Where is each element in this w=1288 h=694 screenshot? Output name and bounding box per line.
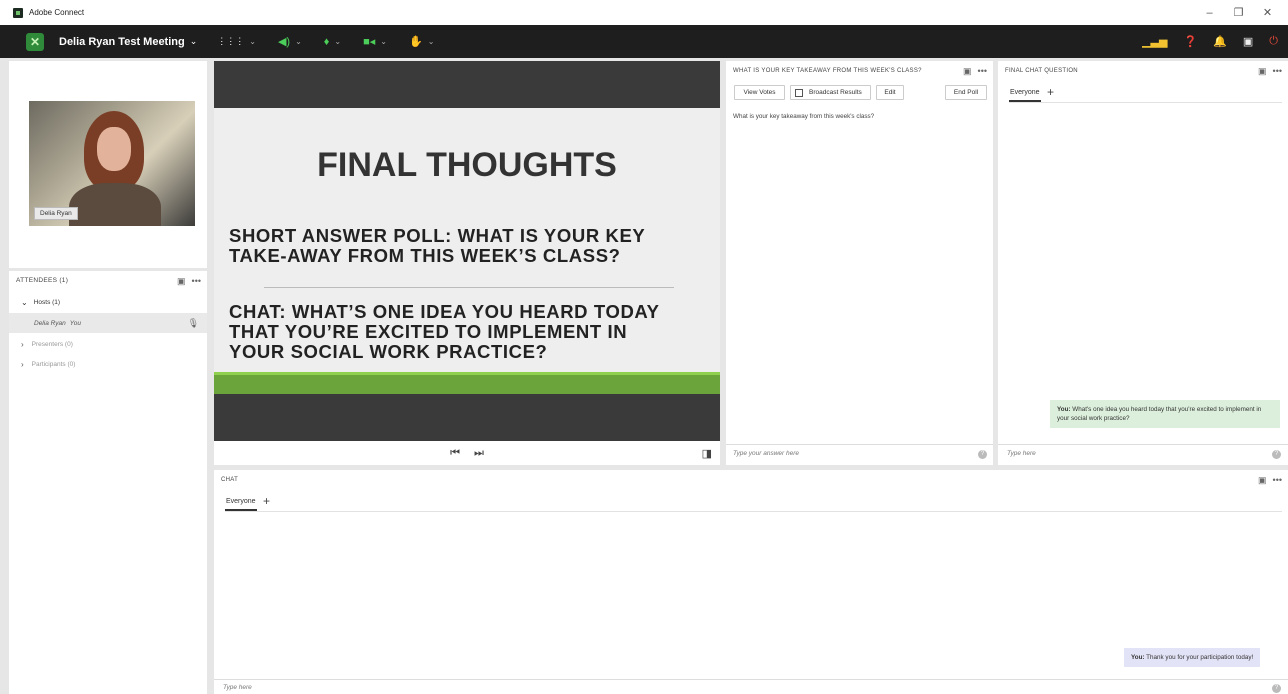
help-icon[interactable]: ❓: [1183, 35, 1197, 48]
chat-pod-title: CHAT: [221, 477, 239, 483]
final-chat-pod-tools: ▣ •••: [1252, 66, 1282, 77]
chevron-down-icon: ⌄: [380, 37, 387, 46]
microphone-icon: ♦: [323, 35, 330, 48]
broadcast-results-label: Broadcast Results: [809, 89, 862, 96]
speaker-menu[interactable]: ◀) ⌄: [278, 35, 302, 48]
maximize-pod-icon[interactable]: ▣: [963, 66, 972, 76]
adobe-connect-logo-icon[interactable]: ✕: [26, 32, 44, 51]
tab-everyone[interactable]: Everyone: [226, 498, 256, 505]
raise-hand-icon: ✋: [409, 36, 423, 48]
video-name-tag: Delia Ryan: [34, 207, 78, 220]
share-pod-slide: FINAL THOUGHTS SHORT ANSWER POLL: WHAT I…: [214, 61, 720, 441]
chevron-down-icon: ⌄: [249, 37, 256, 46]
window-title: Adobe Connect: [29, 8, 85, 17]
restore-button[interactable]: ❐: [1224, 6, 1253, 19]
minimize-button[interactable]: –: [1195, 7, 1224, 19]
info-icon[interactable]: ?: [1272, 684, 1281, 693]
chat-pod: CHAT ▣ ••• Everyone + You: Thank you for …: [214, 470, 1288, 694]
meeting-toolbar: ✕ Delia Ryan Test Meeting ⌄ ⋮⋮⋮ ⌄ ◀) ⌄ ♦ ⌄ …: [0, 25, 1288, 58]
slide-point-2-line-1: CHAT: WHAT’S ONE IDEA YOU HEARD TODAY: [229, 301, 660, 322]
slide-point-1-line-1: SHORT ANSWER POLL: WHAT IS YOUR KEY: [229, 225, 646, 246]
chat-message-own: You: Thank you for your participation to…: [1124, 648, 1261, 667]
final-chat-pod-title: FINAL CHAT QUESTION: [1005, 68, 1078, 74]
webcam-video: Delia Ryan: [29, 101, 195, 226]
message-author: You:: [1131, 654, 1145, 661]
poll-question: What is your key takeaway from this week…: [733, 113, 875, 120]
speaker-icon: ◀): [277, 36, 291, 48]
fullscreen-icon[interactable]: ▣: [1243, 35, 1253, 48]
poll-pod: WHAT IS YOUR KEY TAKEAWAY FROM THIS WEEK…: [726, 61, 993, 465]
raise-hand-menu[interactable]: ✋ ⌄: [409, 35, 434, 48]
camera-menu[interactable]: ■◂ ⌄: [363, 35, 387, 48]
chevron-down-icon: ⌄: [295, 37, 302, 46]
end-meeting-power-icon[interactable]: ⏻: [1269, 35, 1278, 48]
layouts-icon: ⋮⋮⋮: [217, 36, 245, 46]
chevron-down-icon: ⌄: [21, 297, 28, 307]
chevron-down-icon: ⌄: [334, 37, 342, 46]
connection-signal-icon[interactable]: ▁▃▅: [1142, 35, 1167, 48]
end-poll-button[interactable]: End Poll: [945, 85, 987, 100]
slide-navigation-bar: ⏮ ⏭ ◨: [214, 441, 720, 465]
info-icon[interactable]: ?: [1272, 450, 1281, 459]
message-text: Thank you for your participation today!: [1146, 654, 1254, 661]
slide-point-2-line-2: THAT YOU’RE EXCITED TO IMPLEMENT IN: [229, 321, 628, 342]
broadcast-results-checkbox[interactable]: [795, 88, 803, 97]
meeting-title-menu[interactable]: Delia Ryan Test Meeting: [59, 36, 185, 48]
maximize-pod-icon[interactable]: ▣: [1258, 66, 1267, 76]
attendee-you-tag: You: [69, 319, 82, 327]
adobe-connect-app-icon: [13, 7, 23, 18]
microphone-menu[interactable]: ♦ ⌄: [324, 36, 341, 48]
pod-options-icon[interactable]: •••: [978, 66, 987, 76]
camera-icon: ■◂: [363, 36, 376, 48]
microphone-icon: 🎙: [187, 317, 199, 328]
tab-everyone[interactable]: Everyone: [1010, 89, 1040, 96]
pod-options-icon[interactable]: •••: [192, 276, 201, 286]
maximize-pod-icon[interactable]: ▣: [177, 276, 186, 286]
attendee-name: Delia Ryan: [34, 319, 66, 327]
layouts-menu[interactable]: ⋮⋮⋮ ⌄: [217, 36, 256, 47]
attendees-pod-title: ATTENDEES (1): [16, 277, 69, 284]
poll-answer-input[interactable]: Type your answer here: [733, 450, 799, 457]
chevron-right-icon: ›: [21, 359, 24, 369]
presenters-group[interactable]: › Presenters (0): [9, 334, 207, 354]
info-icon[interactable]: ?: [978, 450, 987, 459]
sidebar-toggle-icon[interactable]: ◨: [702, 447, 712, 460]
view-votes-button[interactable]: View Votes: [734, 85, 785, 100]
chat-message-own: You: What's one idea you heard today tha…: [1050, 400, 1280, 428]
poll-pod-tools: ▣ •••: [957, 66, 987, 77]
edit-poll-button[interactable]: Edit: [876, 85, 904, 100]
chat-pod-tools: ▣ •••: [1252, 475, 1282, 486]
message-text: What's one idea you heard today that you…: [1057, 406, 1262, 422]
add-chat-tab-icon[interactable]: +: [263, 494, 270, 508]
chat-input[interactable]: Type here: [223, 684, 252, 691]
close-window-button[interactable]: ✕: [1253, 6, 1282, 19]
participants-group[interactable]: › Participants (0): [9, 354, 207, 374]
presenters-label: Presenters (0): [31, 340, 73, 348]
notifications-bell-icon[interactable]: 🔔: [1213, 35, 1227, 48]
hosts-label: Hosts (1): [33, 298, 61, 306]
message-author: You:: [1057, 406, 1071, 413]
slide-point-1-line-2: TAKE-AWAY FROM THIS WEEK’S CLASS?: [229, 245, 621, 266]
window-titlebar: Adobe Connect – ❐ ✕: [0, 0, 1288, 25]
chevron-down-icon: ⌄: [427, 37, 435, 46]
chevron-right-icon: ›: [21, 339, 24, 349]
poll-pod-title: WHAT IS YOUR KEY TAKEAWAY FROM THIS WEEK…: [733, 68, 922, 74]
maximize-pod-icon[interactable]: ▣: [1258, 475, 1267, 485]
next-slide-icon[interactable]: ⏭: [474, 447, 484, 460]
participants-label: Participants (0): [31, 360, 76, 368]
pod-options-icon[interactable]: •••: [1273, 475, 1282, 485]
hosts-group[interactable]: ⌄ Hosts (1): [9, 292, 207, 312]
final-chat-input[interactable]: Type here: [1007, 450, 1036, 457]
previous-slide-icon[interactable]: ⏮: [450, 447, 460, 460]
slide-title: FINAL THOUGHTS: [317, 146, 617, 184]
broadcast-results-toggle[interactable]: Broadcast Results: [790, 85, 871, 100]
meeting-menu-chevron-icon[interactable]: ⌄: [190, 36, 198, 47]
slide-point-2-line-3: YOUR SOCIAL WORK PRACTICE?: [229, 341, 548, 362]
attendees-pod-tools: ▣ •••: [171, 276, 201, 287]
pod-options-icon[interactable]: •••: [1273, 66, 1282, 76]
final-chat-pod: FINAL CHAT QUESTION ▣ ••• Everyone + You:…: [998, 61, 1288, 465]
attendee-row-host[interactable]: Delia Ryan You 🎙: [9, 313, 207, 333]
add-chat-tab-icon[interactable]: +: [1047, 85, 1054, 99]
